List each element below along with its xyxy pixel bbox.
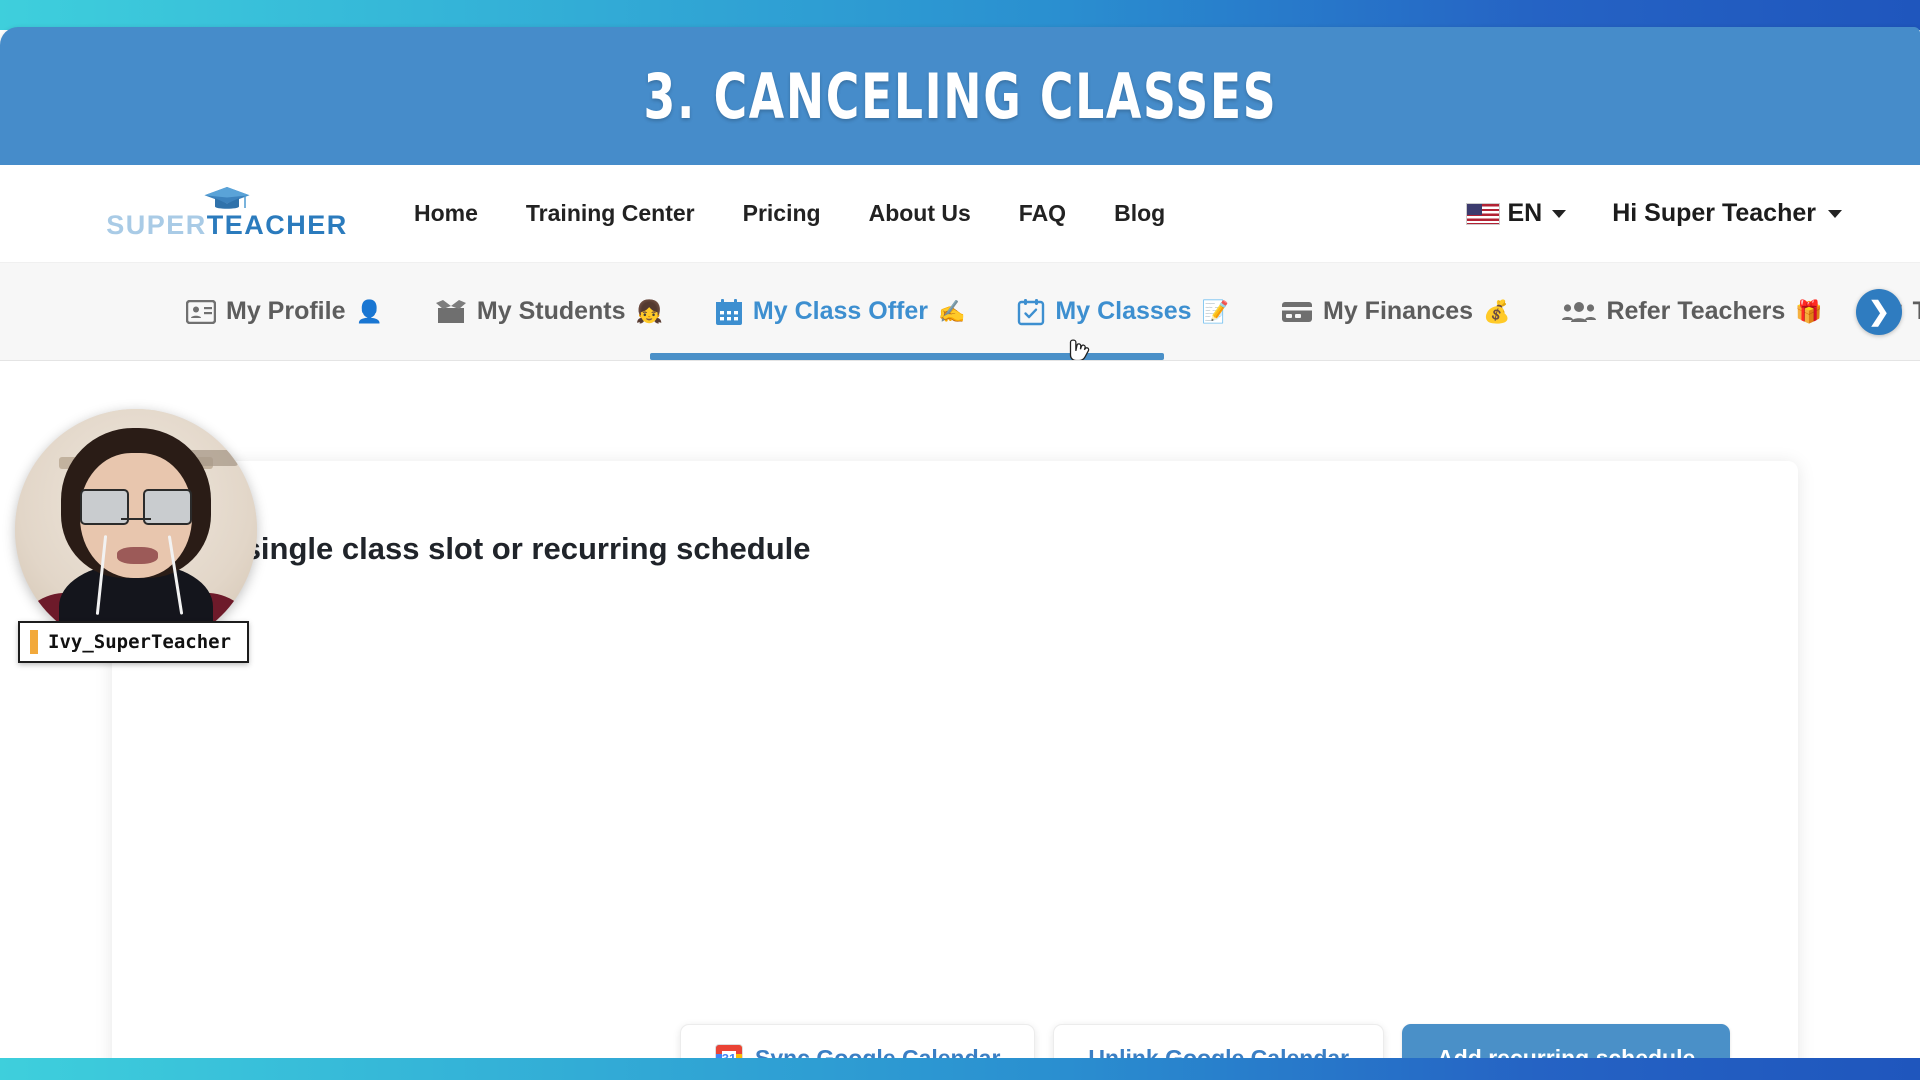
account-menu[interactable]: Hi Super Teacher [1612, 199, 1842, 228]
section-tab-strip: My Profile 👤 My Students 👧 My Class Offe… [0, 263, 1920, 361]
tab-label: My Class Offer [752, 297, 928, 325]
navbar-right: EN Hi Super Teacher [1466, 199, 1880, 228]
credit-card-icon [1281, 300, 1313, 324]
brand-name: SUPERTEACHER [106, 212, 348, 239]
main-content: Open a single class slot or recurring sc… [0, 361, 1920, 1060]
add-recurring-schedule-button[interactable]: Add recurring schedule [1402, 1024, 1731, 1060]
tab-my-profile[interactable]: My Profile 👤 [160, 263, 409, 360]
slide-title: 3. CANCELING CLASSES [643, 59, 1277, 133]
slide-title-banner: 3. CANCELING CLASSES [0, 27, 1920, 165]
mouse-cursor-pointer-icon [1069, 339, 1090, 360]
tab-label: My Students [476, 297, 626, 325]
nav-link-about-us[interactable]: About Us [845, 200, 995, 227]
tab-refer-teachers[interactable]: Refer Teachers 🎁 [1536, 263, 1848, 360]
sync-google-calendar-button[interactable]: 31 Sync Google Calendar [680, 1024, 1036, 1060]
language-selector[interactable]: EN [1466, 199, 1567, 228]
top-navbar: SUPERTEACHER Home Training Center Pricin… [0, 165, 1920, 263]
tab-label: My Classes [1055, 297, 1192, 325]
writing-hand-emoji-icon: ✍️ [937, 298, 966, 324]
people-group-icon [1562, 300, 1597, 324]
language-code: EN [1507, 199, 1543, 227]
calendar-action-buttons: 31 Sync Google Calendar Unlink Google Ca… [680, 1024, 1731, 1060]
primary-nav: Home Training Center Pricing About Us FA… [390, 200, 1189, 227]
tab-my-students[interactable]: My Students 👧 [409, 263, 689, 360]
tab-my-class-offer[interactable]: My Class Offer ✍️ [689, 263, 991, 360]
tab-my-classes[interactable]: My Classes 📝 [991, 263, 1255, 360]
open-box-icon [435, 299, 467, 325]
money-bag-emoji-icon: 💰 [1483, 298, 1511, 324]
id-card-icon [186, 299, 216, 324]
nav-link-blog[interactable]: Blog [1090, 200, 1189, 227]
web-app-page: SUPERTEACHER Home Training Center Pricin… [0, 165, 1920, 1060]
calendar-check-icon [1017, 298, 1045, 326]
tab-label: My Finances [1323, 297, 1474, 325]
person-emoji-icon: 👤 [355, 298, 383, 324]
gift-emoji-icon: 🎁 [1795, 298, 1823, 324]
account-label: Hi Super Teacher [1612, 199, 1816, 227]
badge-accent-bar [30, 630, 38, 654]
unlink-google-calendar-button[interactable]: Unlink Google Calendar [1053, 1024, 1385, 1060]
screen-root: 3. CANCELING CLASSES SUPERTEACHER Home T… [0, 0, 1920, 1080]
brand-logo[interactable]: SUPERTEACHER [106, 184, 346, 239]
tabs-next-button[interactable]: ❯ [1856, 288, 1902, 335]
presenter-name-badge: Ivy_SuperTeacher [18, 621, 250, 663]
slide-gradient-bottom [0, 1058, 1920, 1080]
nav-link-faq[interactable]: FAQ [995, 200, 1090, 227]
presenter-webcam [15, 409, 257, 651]
memo-emoji-icon: 📝 [1201, 298, 1229, 324]
brand-name-super: SUPER [106, 210, 207, 240]
tab-label: Tr [1913, 297, 1920, 326]
slide-gradient-top [0, 0, 1920, 30]
student-emoji-icon: 👧 [635, 298, 663, 324]
presenter-name: Ivy_SuperTeacher [48, 631, 232, 653]
nav-link-training-center[interactable]: Training Center [502, 200, 719, 227]
calendar-icon [715, 298, 743, 326]
tab-my-finances[interactable]: My Finances 💰 [1255, 263, 1536, 360]
nav-link-pricing[interactable]: Pricing [719, 200, 845, 227]
tab-label: My Profile [226, 297, 346, 325]
tab-label: Refer Teachers [1606, 297, 1786, 325]
brand-name-teacher: TEACHER [206, 210, 348, 240]
chevron-down-icon [1828, 209, 1842, 218]
chevron-down-icon [1552, 209, 1567, 218]
us-flag-icon [1466, 202, 1501, 225]
nav-link-home[interactable]: Home [390, 200, 502, 227]
